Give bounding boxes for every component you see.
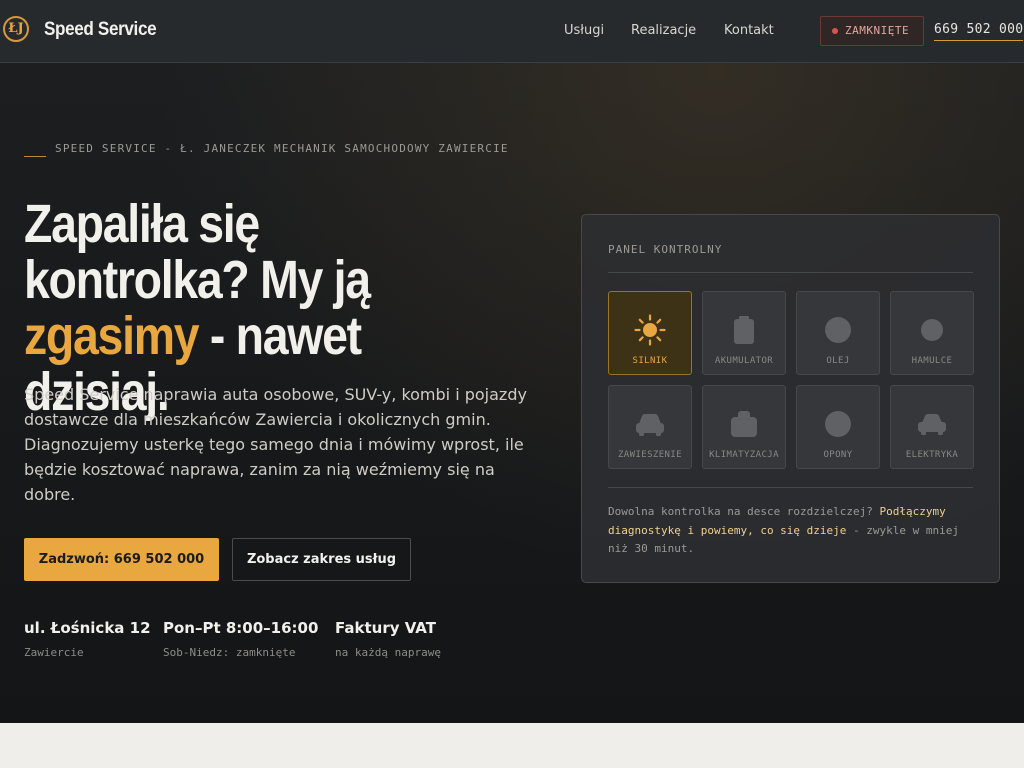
fact-hours-title: Pon–Pt 8:00–16:00 — [163, 619, 319, 637]
engine-icon — [634, 314, 666, 346]
brand-name[interactable]: Speed Service — [44, 19, 157, 41]
electrics-icon — [918, 414, 946, 435]
fact-vat-title: Faktury VAT — [335, 619, 436, 637]
nav-link-uslugi[interactable]: Usługi — [564, 23, 604, 38]
fact-vat-sub: na każdą naprawę — [335, 646, 441, 659]
suspension-icon — [636, 414, 664, 436]
tile-label: SILNIK — [632, 356, 668, 366]
battery-icon — [734, 316, 754, 344]
fact-hours: Pon–Pt 8:00–16:00 Sob-Niedz: zamknięte — [163, 619, 318, 659]
tile-klimatyzacja[interactable]: KLIMATYZACJA — [702, 385, 786, 469]
status-label: ZAMKNIĘTE — [845, 24, 910, 37]
tile-label: ELEKTRYKA — [905, 450, 959, 460]
fact-address: ul. Łośnicka 12 Zawiercie — [24, 619, 151, 659]
tile-opony[interactable]: OPONY — [796, 385, 880, 469]
oil-icon — [825, 317, 851, 343]
fact-address-sub: Zawiercie — [24, 646, 84, 659]
fact-vat: Faktury VAT na każdą naprawę — [335, 619, 441, 659]
tile-label: KLIMATYZACJA — [709, 450, 779, 460]
panel-note: Dowolna kontrolka na desce rozdzielczej?… — [608, 503, 978, 559]
tile-label: OLEJ — [826, 356, 850, 366]
climate-icon — [731, 411, 757, 437]
panel-note-part-1: Dowolna kontrolka na desce rozdzielczej? — [608, 505, 880, 518]
tile-olej[interactable]: OLEJ — [796, 291, 880, 375]
tires-icon — [825, 411, 851, 437]
hero-section: ŁJ Speed Service Usługi Realizacje Konta… — [0, 0, 1024, 723]
panel-divider-top — [608, 272, 973, 273]
title-accent: zgasimy — [24, 306, 200, 366]
control-panel: PANEL KONTROLNY SILNIK AKUMULATOR OLEJ H… — [581, 214, 1000, 583]
header-phone-link[interactable]: 669 502 000 — [934, 22, 1024, 41]
tile-silnik[interactable]: SILNIK — [608, 291, 692, 375]
brakes-icon — [921, 319, 943, 341]
tile-label: AKUMULATOR — [714, 356, 774, 366]
hero-lead: Speed Service naprawia auta osobowe, SUV… — [24, 385, 527, 504]
tile-label: OPONY — [823, 450, 853, 460]
eyebrow-divider — [24, 156, 46, 157]
nav-link-kontakt[interactable]: Kontakt — [724, 23, 774, 38]
tile-hamulce[interactable]: HAMULCE — [890, 291, 974, 375]
call-button[interactable]: Zadzwoń: 669 502 000 — [24, 538, 219, 581]
tile-zawieszenie[interactable]: ZAWIESZENIE — [608, 385, 692, 469]
status-dot-icon — [832, 28, 838, 34]
nav-link-realizacje[interactable]: Realizacje — [631, 23, 696, 38]
tile-akumulator[interactable]: AKUMULATOR — [702, 291, 786, 375]
tile-label: ZAWIESZENIE — [617, 450, 682, 460]
panel-title: PANEL KONTROLNY — [608, 243, 723, 256]
tile-elektryka[interactable]: ELEKTRYKA — [890, 385, 974, 469]
logo-icon[interactable]: ŁJ — [3, 16, 29, 42]
title-part-1: Zapaliła się kontrolka? My ją — [24, 194, 371, 310]
services-button[interactable]: Zobacz zakres usług — [232, 538, 411, 581]
status-badge: ZAMKNIĘTE — [820, 16, 924, 46]
fact-address-title: ul. Łośnicka 12 — [24, 619, 151, 637]
site-header: ŁJ Speed Service Usługi Realizacje Konta… — [0, 0, 1024, 63]
tile-label: HAMULCE — [911, 356, 953, 366]
panel-divider-bottom — [608, 487, 973, 488]
fact-hours-sub: Sob-Niedz: zamknięte — [163, 646, 296, 659]
eyebrow-text: SPEED SERVICE - Ł. JANECZEK MECHANIK SAM… — [55, 142, 509, 155]
